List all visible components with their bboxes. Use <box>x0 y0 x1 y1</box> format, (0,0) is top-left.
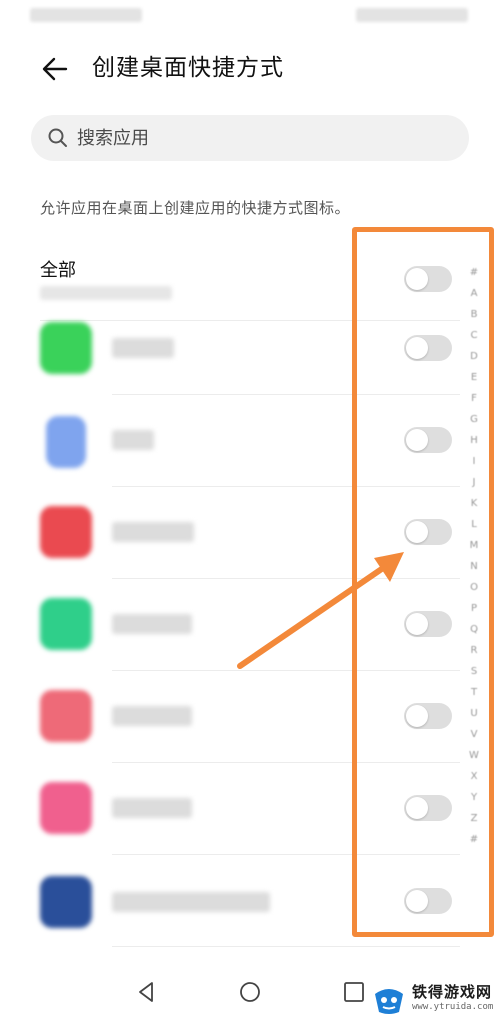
all-label: 全部 <box>40 260 76 281</box>
index-letter[interactable]: O <box>468 577 480 598</box>
toggle-knob <box>406 797 428 819</box>
app-icon <box>40 876 92 928</box>
app-row[interactable] <box>0 780 500 872</box>
app-toggle[interactable] <box>404 611 452 637</box>
toggle-knob <box>406 890 428 912</box>
app-toggle[interactable] <box>404 335 452 361</box>
toggle-knob <box>406 613 428 635</box>
app-row[interactable] <box>0 506 500 598</box>
app-toggle[interactable] <box>404 703 452 729</box>
app-name-blurred <box>112 338 174 358</box>
app-name-blurred <box>112 892 270 912</box>
app-icon <box>40 690 92 742</box>
status-icons <box>356 8 468 22</box>
index-letter[interactable]: R <box>468 640 480 661</box>
divider <box>112 394 460 395</box>
page-title: 创建桌面快捷方式 <box>92 55 284 81</box>
index-letter[interactable]: H <box>468 430 480 451</box>
app-toggle[interactable] <box>404 519 452 545</box>
index-letter[interactable]: Y <box>468 787 480 808</box>
index-letter[interactable]: S <box>468 661 480 682</box>
app-icon <box>40 598 92 650</box>
app-row[interactable] <box>0 874 500 966</box>
index-letter[interactable]: B <box>468 304 480 325</box>
app-name-blurred <box>112 430 154 450</box>
divider <box>112 578 460 579</box>
app-name-blurred <box>112 798 192 818</box>
index-letter[interactable]: # <box>468 829 480 850</box>
index-letter[interactable]: A <box>468 283 480 304</box>
description-text: 允许应用在桌面上创建应用的快捷方式图标。 <box>40 199 351 217</box>
index-letter[interactable]: K <box>468 493 480 514</box>
back-arrow-icon[interactable] <box>38 52 72 86</box>
app-row[interactable] <box>0 414 500 506</box>
app-icon <box>40 506 92 558</box>
toggle-knob <box>406 337 428 359</box>
alphabet-index-bar[interactable]: # A B C D E F G H I J K L M N O P Q R S T U V W X Y Z # <box>468 262 480 872</box>
divider <box>40 320 460 321</box>
watermark-title: 铁得游戏网 <box>412 983 493 1001</box>
app-name-blurred <box>112 614 192 634</box>
status-time <box>30 8 142 22</box>
toggle-knob <box>406 429 428 451</box>
divider <box>112 946 460 947</box>
nav-home-icon[interactable] <box>238 980 262 1004</box>
search-input[interactable] <box>77 121 447 155</box>
search-icon <box>48 128 67 147</box>
all-apps-row: 全部 <box>0 248 500 320</box>
index-letter[interactable]: X <box>468 766 480 787</box>
index-letter[interactable]: Z <box>468 808 480 829</box>
index-letter[interactable]: M <box>468 535 480 556</box>
app-icon <box>40 782 92 834</box>
app-name-blurred <box>112 522 194 542</box>
index-letter[interactable]: J <box>468 472 480 493</box>
toggle-knob <box>406 268 428 290</box>
app-icon <box>46 416 86 468</box>
nav-recent-apps-icon[interactable] <box>342 980 366 1004</box>
nav-back-icon[interactable] <box>134 980 158 1004</box>
toggle-knob <box>406 521 428 543</box>
index-letter[interactable]: L <box>468 514 480 535</box>
search-box[interactable] <box>31 115 469 161</box>
status-bar <box>0 0 500 34</box>
index-letter[interactable]: T <box>468 682 480 703</box>
divider <box>112 670 460 671</box>
app-row[interactable] <box>0 598 500 690</box>
site-watermark: 铁得游戏网 www.ytruida.com <box>372 978 500 1020</box>
index-letter[interactable]: D <box>468 346 480 367</box>
divider <box>112 762 460 763</box>
index-letter[interactable]: # <box>468 262 480 283</box>
app-toggle[interactable] <box>404 888 452 914</box>
all-sublabel-blurred <box>40 286 172 300</box>
index-letter[interactable]: Q <box>468 619 480 640</box>
index-letter[interactable]: W <box>468 745 480 766</box>
watermark-url: www.ytruida.com <box>412 1002 494 1012</box>
app-name-blurred <box>112 706 192 726</box>
index-letter[interactable]: V <box>468 724 480 745</box>
app-toggle[interactable] <box>404 795 452 821</box>
divider <box>112 854 460 855</box>
index-letter[interactable]: G <box>468 409 480 430</box>
app-icon <box>40 322 92 374</box>
index-letter[interactable]: I <box>468 451 480 472</box>
index-letter[interactable]: F <box>468 388 480 409</box>
index-letter[interactable]: P <box>468 598 480 619</box>
index-letter[interactable]: U <box>468 703 480 724</box>
header: 创建桌面快捷方式 <box>0 44 500 92</box>
app-row[interactable] <box>0 322 500 414</box>
all-apps-toggle[interactable] <box>404 266 452 292</box>
index-letter[interactable]: N <box>468 556 480 577</box>
watermark-logo-icon <box>375 989 403 1014</box>
index-letter[interactable]: C <box>468 325 480 346</box>
index-letter[interactable]: E <box>468 367 480 388</box>
app-toggle[interactable] <box>404 427 452 453</box>
app-row[interactable] <box>0 690 500 782</box>
divider <box>112 486 460 487</box>
toggle-knob <box>406 705 428 727</box>
